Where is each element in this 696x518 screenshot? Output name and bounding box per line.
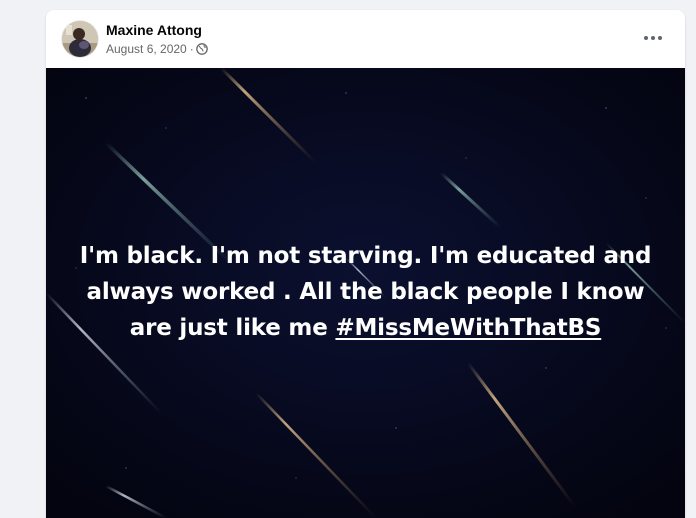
option-dot xyxy=(644,36,648,40)
post-card: Maxine Attong August 6, 2020 · I'm black… xyxy=(46,10,685,518)
author-avatar[interactable] xyxy=(62,21,98,57)
post-text: I'm black. I'm not starving. I'm educate… xyxy=(66,238,665,346)
author-name[interactable]: Maxine Attong xyxy=(106,22,202,38)
globe-icon[interactable] xyxy=(195,43,208,55)
meta-separator: · xyxy=(189,42,194,56)
more-options-icon[interactable] xyxy=(635,26,671,50)
avatar-photo xyxy=(62,21,98,57)
post-header: Maxine Attong August 6, 2020 · xyxy=(46,10,685,70)
option-dot xyxy=(658,36,662,40)
option-dot xyxy=(651,36,655,40)
hashtag-link[interactable]: #MissMeWithThatBS xyxy=(335,315,601,341)
post-image[interactable]: I'm black. I'm not starving. I'm educate… xyxy=(46,68,685,518)
post-meta: August 6, 2020 · xyxy=(106,41,208,57)
post-date[interactable]: August 6, 2020 xyxy=(106,42,187,56)
